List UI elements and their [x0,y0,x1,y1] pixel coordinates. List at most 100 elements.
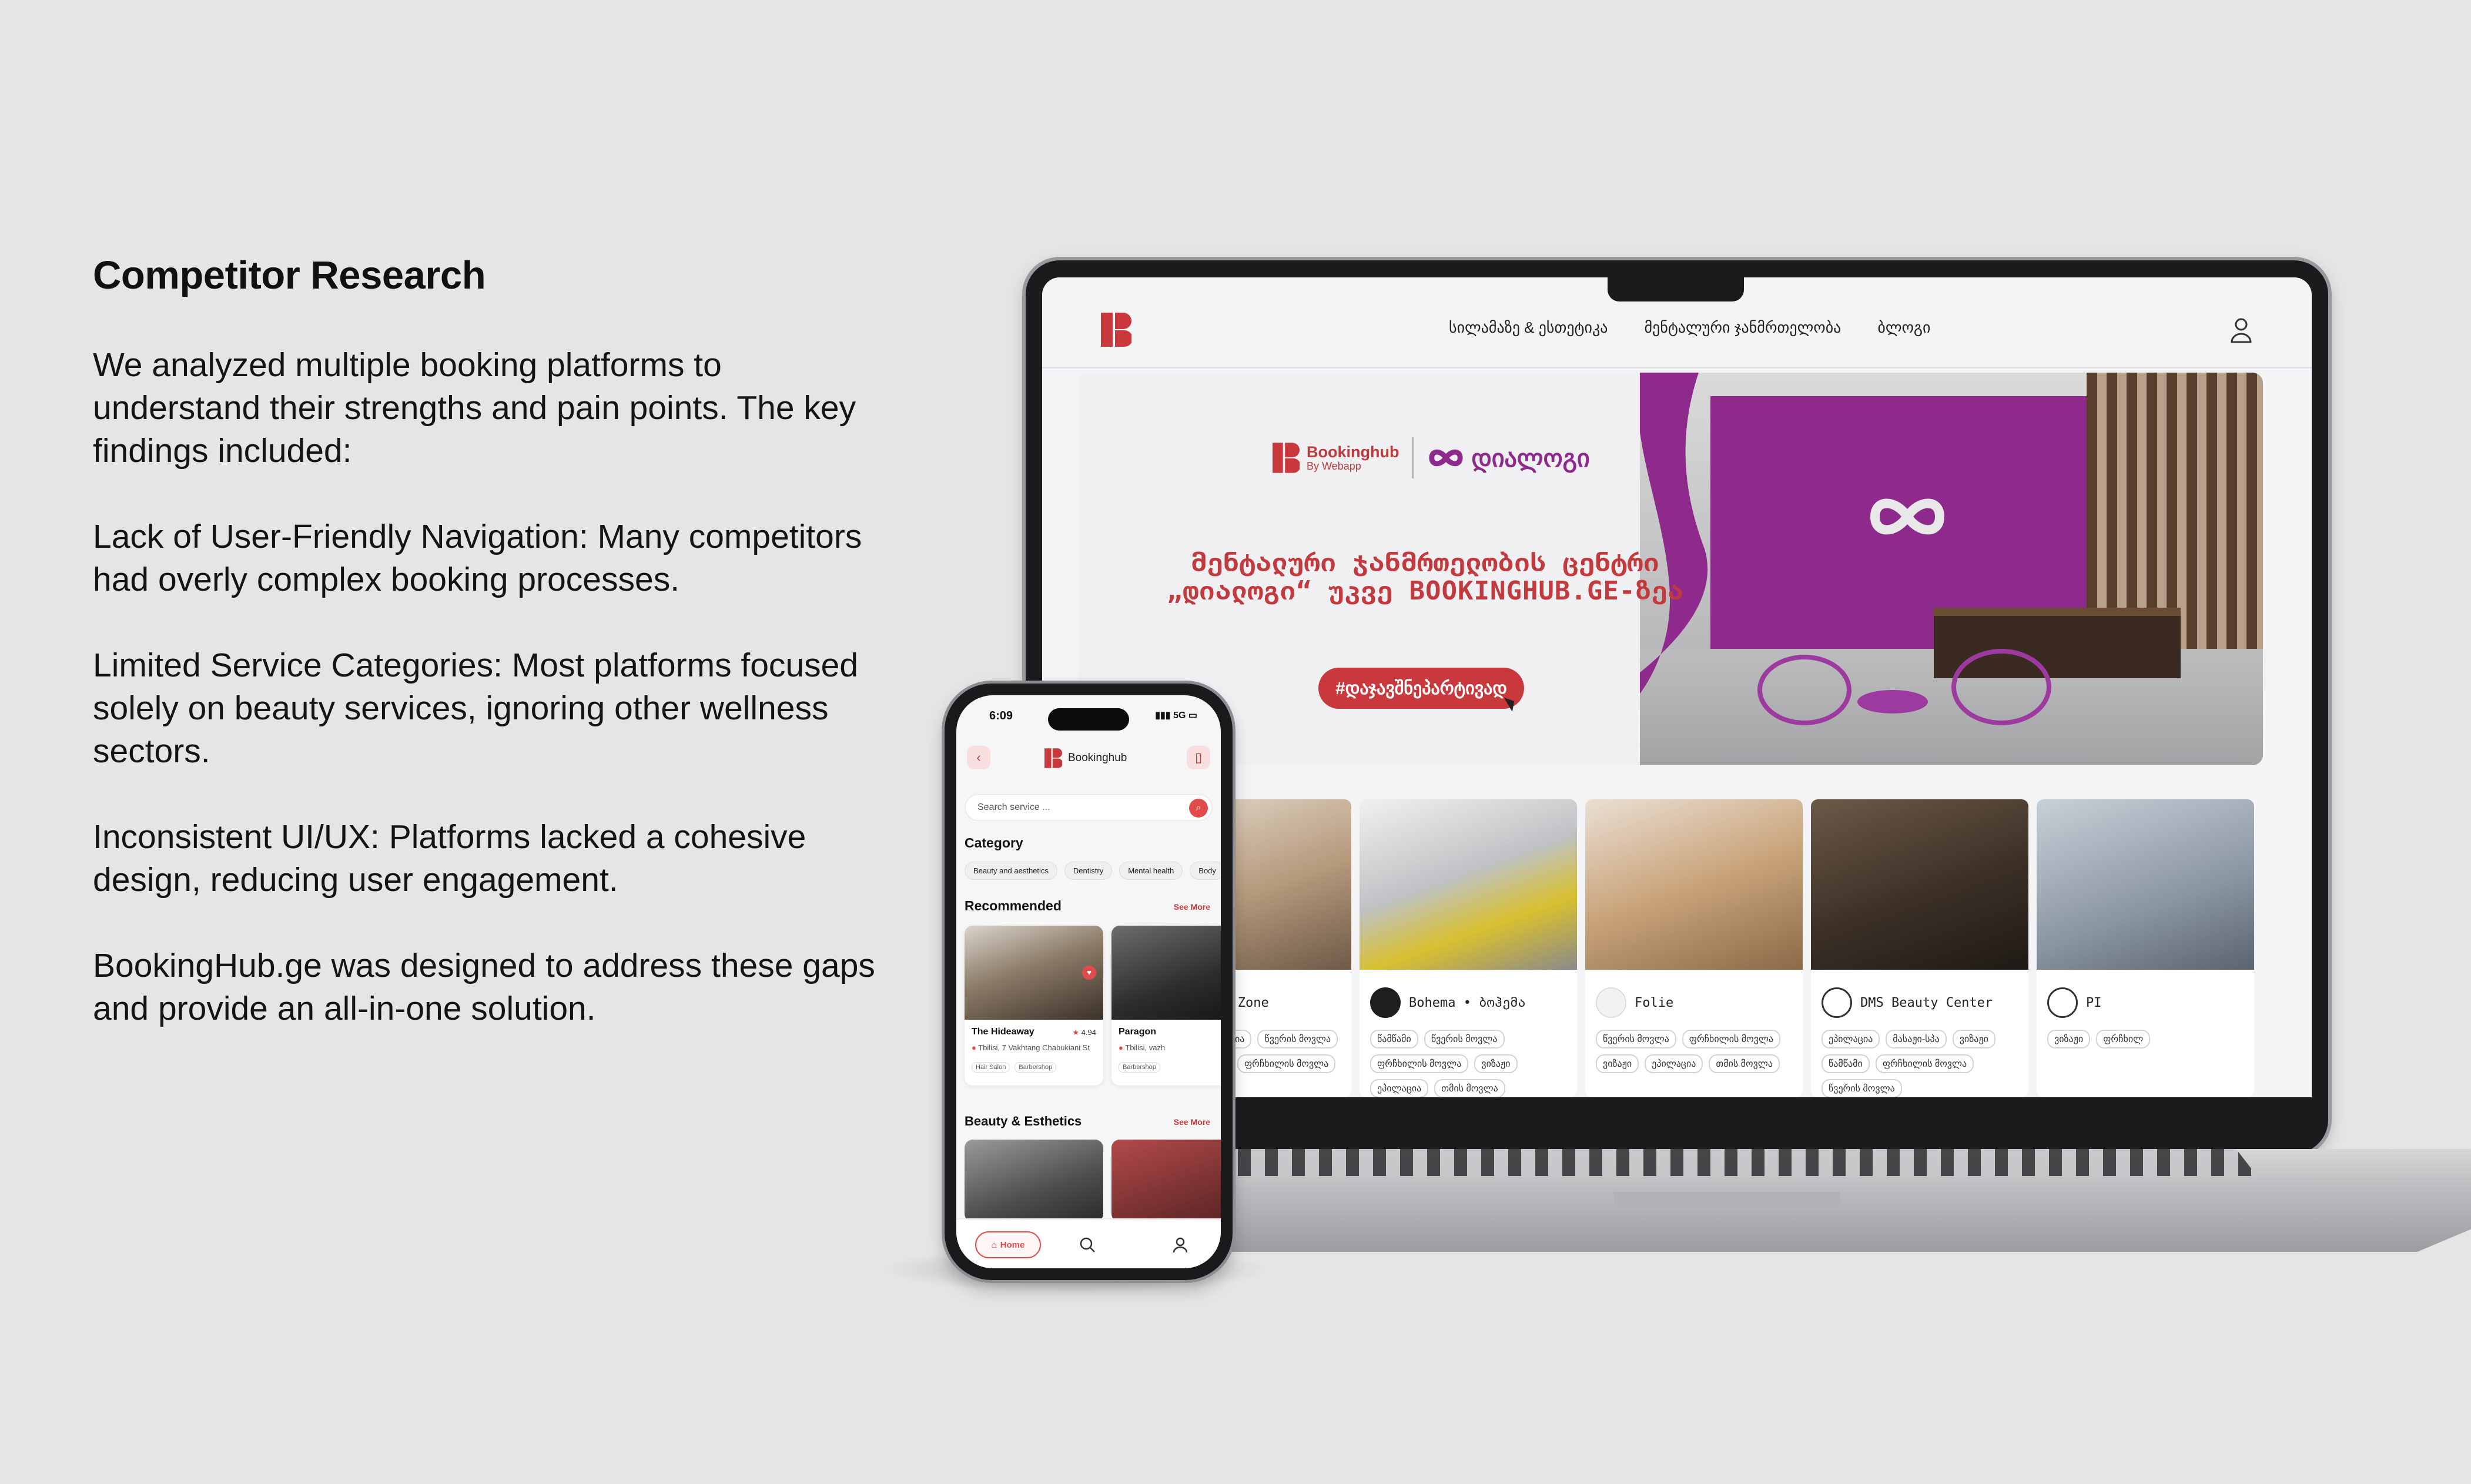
user-icon[interactable] [2229,316,2253,344]
app-header: ‹ Bookinghub ▯ [956,736,1221,789]
phone-screen: 6:09 ▮▮▮ 5G ▭ ‹ Bookinghub ▯ Search serv… [956,695,1221,1268]
salon-tag: Barbershop [1119,1062,1160,1073]
dynamic-island [1048,708,1129,731]
profile-icon[interactable] [1171,1236,1189,1254]
category-chip[interactable]: Body [1190,862,1221,880]
salon-card-tag: წამწამი [1822,1054,1870,1073]
search-input[interactable]: Search service ... ⌕ [965,794,1213,821]
hero-cta-button[interactable]: #დაჯავშნეპარტივად [1318,668,1524,709]
page-title: Competitor Research [93,253,486,297]
salon-name: Paragon [1119,1027,1157,1037]
salon-card-tag: ფრჩხილის მოვლა [1682,1030,1781,1048]
salon-tags: Hair Salon Barbershop [972,1062,1057,1073]
bookinghub-logo-icon [1044,748,1062,768]
salon-card-tag: ვიზაჟი [1596,1054,1639,1073]
salon-card-tags: წვერის მოვლა ფრჩხილის მოვლა ვიზაჟი ეპილაცია… [1596,1030,1796,1073]
salon-card-tag: ვიზაჟი [1952,1030,1995,1048]
salon-card-meta: PI [2047,987,2102,1018]
nav-item-beauty[interactable]: სილამაზე & ესთეტიკა [1449,319,1608,337]
bookmark-icon[interactable]: ▯ [1187,746,1210,769]
salon-card-tag: მასაჟი-სპა [1886,1030,1947,1048]
laptop-opening-notch [1613,1192,1840,1211]
search-placeholder: Search service ... [977,802,1050,812]
salon-carousel: giBeauty Zoneვიზაჟიეპილაციაწვერის მოვლაკ… [1079,799,2263,1097]
app-title-label: Bookinghub [1068,752,1127,764]
salon-card-name: Bohema • ბოჰემა [1409,995,1526,1010]
salon-avatar [1822,987,1852,1018]
home-icon: ⌂ [991,1240,997,1250]
salon-card-meta: Folie [1596,987,1673,1018]
salon-card-photo [1811,799,2028,970]
category-chip[interactable]: Mental health [1119,862,1183,880]
brand-divider [1412,437,1414,478]
salon-card-tag: თმის მოვლა [1709,1054,1780,1073]
salon-card[interactable]: Folie წვერის მოვლა ფრჩხილის მოვლა ვიზაჟი ეპი… [1585,799,1803,1097]
salon-avatar [2047,987,2078,1018]
bookinghub-brand: Bookinghub By Webapp [1273,443,1399,473]
nav-menu: სილამაზე & ესთეტიკა მენტალური ჯანმრთელობ… [1449,319,1931,337]
network-label: 5G [1173,711,1186,721]
salon-address: ● Tbilisi, vazh [1119,1043,1165,1052]
beauty-card[interactable] [965,1140,1103,1222]
category-chip[interactable]: Beauty and aesthetics [965,862,1057,880]
salon-card-name: PI [2086,995,2102,1010]
salon-card-tag: ფრჩხილის მოვლა [1875,1054,1974,1073]
salon-card-tag: ფრჩხილ [2096,1030,2151,1048]
hero-banner[interactable]: Bookinghub By Webapp დიალოგი მენტალური ჯ… [1079,373,2263,765]
salon-card-tag: წვერის მოვლა [1596,1030,1676,1048]
salon-card-name: DMS Beauty Center [1860,995,1993,1010]
recommended-card[interactable]: Paragon ● Tbilisi, vazh Barbershop [1111,926,1221,1086]
brand-sub: By Webapp [1307,460,1361,472]
laptop-keyboard [1211,1149,2257,1176]
salon-card-tag: ვიზაჟი [1474,1054,1518,1073]
purple-swoosh [1640,373,1708,694]
app-title: Bookinghub [1044,748,1127,768]
brand-lockup: Bookinghub By Webapp დიალოგი [1273,437,1590,478]
hero-headline: მენტალური ჯანმრთელობის ცენტრი „დიალოგი“ … [1167,548,1684,606]
salon-card-tag: ეპილაცია [1370,1079,1429,1097]
nav-item-mental-health[interactable]: მენტალური ჯანმრთელობა [1644,319,1841,337]
see-more-link[interactable]: See More [1174,1117,1210,1127]
category-chip[interactable]: Dentistry [1064,862,1113,880]
salon-card-meta: DMS Beauty Center [1822,987,1993,1018]
laptop-notch [1608,274,1744,302]
bottom-tab-bar: ⌂ Home [956,1218,1221,1268]
salon-card-meta: Bohema • ბოჰემა [1370,987,1526,1018]
salon-card-name: Folie [1635,995,1674,1010]
search-icon[interactable]: ⌕ [1189,799,1208,818]
laptop-screen: სილამაზე & ესთეტიკა მენტალური ჯანმრთელობ… [1042,277,2312,1097]
heart-icon[interactable]: ♥ [1082,966,1096,980]
salon-card-row: giBeauty Zoneვიზაჟიეპილაციაწვერის მოვლაკ… [1079,799,2254,1097]
salon-card-tags: ეპილაცია მასაჟი-სპა ვიზაჟი წამწამი ფრჩხილის … [1822,1030,2021,1097]
salon-card-tag: ვიზაჟი [2047,1030,2091,1048]
partner-brand: დიალოგი [1427,444,1590,473]
star-icon: ★ [1072,1028,1080,1037]
salon-address: ● Tbilisi, 7 Vakhtang Chabukiani St [972,1043,1090,1052]
salon-card-photo [2037,799,2254,970]
address-text: Tbilisi, 7 Vakhtang Chabukiani St [978,1043,1090,1052]
salon-tags: Barbershop [1119,1062,1160,1073]
beauty-card[interactable] [1111,1140,1221,1222]
tab-home[interactable]: ⌂ Home [975,1231,1041,1258]
bookinghub-logo-icon[interactable] [1101,313,1131,347]
salon-card-tag: თმის მოვლა [1434,1079,1505,1097]
recommended-heading: Recommended [965,898,1062,913]
search-icon[interactable] [1079,1236,1096,1254]
salon-card-tag: წვერის მოვლა [1424,1030,1505,1048]
salon-card-tag: ფრჩხილის მოვლა [1370,1054,1469,1073]
salon-card[interactable]: PI ვიზაჟი ფრჩხილ [2037,799,2254,1097]
salon-card[interactable]: Bohema • ბოჰემა წამწამი წვერის მოვლა ფრჩხილ… [1360,799,1577,1097]
see-more-link[interactable]: See More [1174,902,1210,912]
brand-name: Bookinghub [1307,443,1399,461]
salon-card[interactable]: DMS Beauty Center ეპილაცია მასაჟი-სპა ვიზაჟ… [1811,799,2028,1097]
category-heading: Category [965,835,1023,850]
finding-categories: Limited Service Categories: Most platfor… [93,646,859,770]
recommended-card[interactable]: ♥ The Hideaway ★ 4.94 ● Tbilisi, 7 Vakht… [965,926,1103,1086]
phone-device: 6:09 ▮▮▮ 5G ▭ ‹ Bookinghub ▯ Search serv… [945,684,1233,1280]
nav-item-blog[interactable]: ბლოგი [1877,319,1930,337]
beauty-heading: Beauty & Esthetics [965,1114,1082,1128]
salon-card-tag: ეპილაცია [1645,1054,1703,1073]
status-network: ▮▮▮ 5G ▭ [1155,711,1197,721]
back-icon[interactable]: ‹ [967,746,990,769]
location-pin-icon: ● [1119,1043,1123,1052]
